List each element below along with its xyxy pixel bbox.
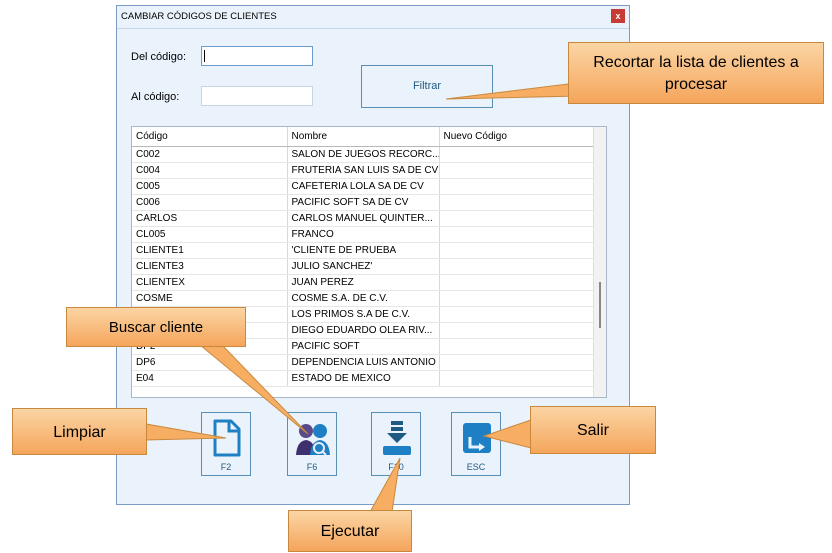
callout-exit-text: Salir	[530, 406, 656, 454]
callout-exit-pointer	[482, 419, 532, 449]
